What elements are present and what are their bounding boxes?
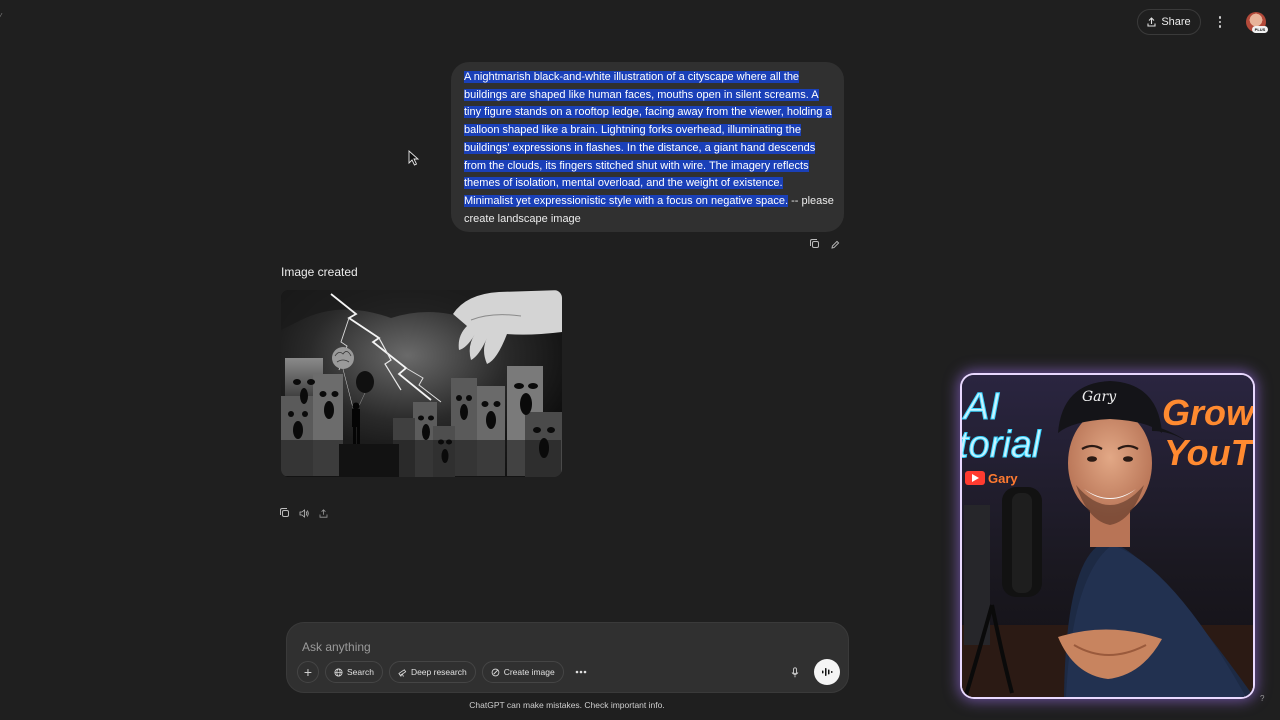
neon-sign-right-2: YouTub xyxy=(1164,432,1253,473)
plus-icon: + xyxy=(303,664,313,680)
channel-badge: Gary xyxy=(988,471,1018,486)
user-message-bubble: A nightmarish black-and-white illustrati… xyxy=(451,62,844,232)
deep-research-label: Deep research xyxy=(410,667,467,677)
copy-icon[interactable] xyxy=(280,508,290,519)
assistant-status-label: Image created xyxy=(281,265,358,279)
dictate-button[interactable] xyxy=(785,662,805,682)
plan-badge: PLUS xyxy=(1252,26,1268,33)
microphone-icon xyxy=(791,666,799,677)
search-label: Search xyxy=(347,667,374,677)
generated-image[interactable] xyxy=(281,290,562,477)
selected-text: A nightmarish black-and-white illustrati… xyxy=(464,71,832,207)
image-brush-icon xyxy=(491,668,500,676)
share-image-icon[interactable] xyxy=(318,509,328,519)
sidebar-toggle-icon[interactable]: ⁄ xyxy=(0,12,6,22)
telescope-icon xyxy=(398,668,407,677)
composer-tools: + Search Deep research Create image xyxy=(297,661,592,683)
create-image-button[interactable]: Create image xyxy=(481,661,564,683)
share-button[interactable]: Share xyxy=(1137,9,1201,35)
neon-sign-left-2: torial xyxy=(962,424,1042,466)
globe-icon xyxy=(334,667,343,677)
more-tools-button[interactable] xyxy=(570,661,592,683)
deep-research-button[interactable]: Deep research xyxy=(388,661,476,683)
share-label: Share xyxy=(1161,16,1191,28)
voice-waveform-icon xyxy=(822,668,833,676)
ellipsis-icon xyxy=(575,670,587,674)
more-options-icon[interactable] xyxy=(1212,12,1228,32)
assistant-message-actions xyxy=(280,508,328,519)
share-icon xyxy=(1147,17,1156,27)
neon-sign-right-1: Grow o xyxy=(1162,392,1253,433)
disclaimer-text: ChatGPT can make mistakes. Check importa… xyxy=(469,700,665,710)
copy-icon[interactable] xyxy=(810,239,822,250)
voice-mode-button[interactable] xyxy=(814,659,840,685)
cap-logo: Gary xyxy=(1082,389,1117,405)
user-message-actions xyxy=(810,239,840,250)
composer: + Search Deep research Create image xyxy=(286,622,849,693)
neon-sign-left-1: AI xyxy=(962,386,1000,428)
help-button[interactable]: ? xyxy=(1260,694,1264,703)
top-bar: ⁄ Share PLUS xyxy=(0,0,1280,44)
prompt-input[interactable] xyxy=(300,637,774,657)
read-aloud-icon[interactable] xyxy=(299,509,309,519)
user-message-text[interactable]: A nightmarish black-and-white illustrati… xyxy=(464,69,834,228)
add-attachment-button[interactable]: + xyxy=(297,661,319,683)
webcam-overlay: AI torial Grow o YouTub Gary Gary xyxy=(962,375,1253,697)
edit-icon[interactable] xyxy=(830,240,840,250)
create-image-label: Create image xyxy=(503,667,555,677)
search-button[interactable]: Search xyxy=(325,661,383,683)
mouse-cursor-icon xyxy=(408,150,420,166)
